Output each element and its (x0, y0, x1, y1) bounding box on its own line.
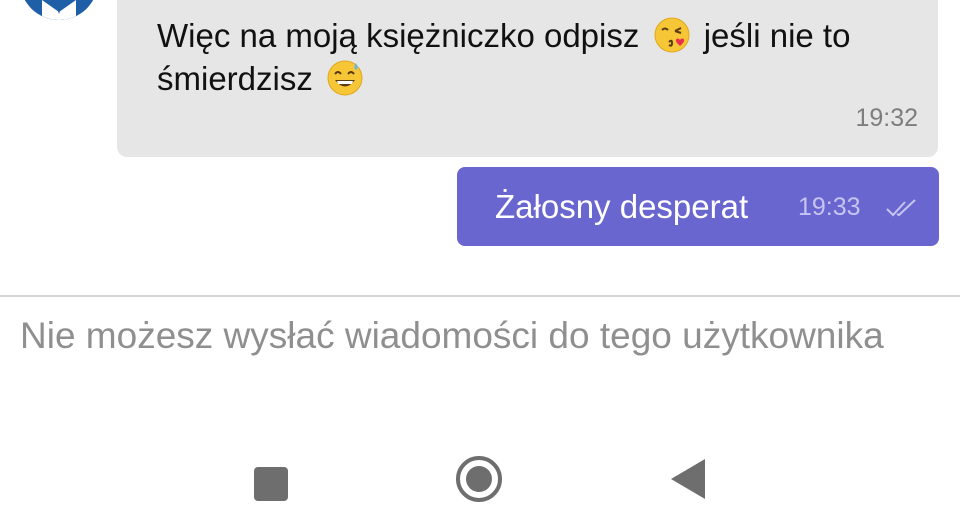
user-icon (20, 0, 98, 20)
incoming-message-text: Więc na moją księżniczko odpisz jeśli ni… (157, 14, 917, 100)
chat-screen: Więc na moją księżniczko odpisz jeśli ni… (0, 0, 960, 524)
incoming-message-bubble[interactable]: Więc na moją księżniczko odpisz jeśli ni… (117, 0, 938, 157)
incoming-message-time: 19:32 (855, 104, 918, 132)
double-check-icon (886, 199, 916, 217)
triangle-back-icon[interactable] (665, 454, 715, 504)
composer-divider (0, 295, 960, 297)
android-navbar (0, 430, 960, 524)
outgoing-message-time: 19:33 (798, 193, 861, 221)
outgoing-message-bubble[interactable]: Żałosny desperat 19:33 (457, 167, 939, 246)
square-icon[interactable] (246, 454, 296, 504)
incoming-text-part2: jeśli nie to (703, 17, 851, 54)
incoming-text-part1: Więc na moją księżniczko odpisz (157, 17, 640, 54)
outgoing-message-text: Żałosny desperat (495, 188, 749, 225)
incoming-text-part3: śmierdzisz (157, 60, 313, 97)
kissing-face-icon (654, 17, 690, 53)
avatar[interactable] (20, 0, 98, 20)
blocked-notice: Nie możesz wysłać wiadomości do tego uży… (20, 315, 884, 356)
grinning-sweat-face-icon (327, 60, 363, 96)
circle-icon[interactable] (454, 454, 504, 504)
